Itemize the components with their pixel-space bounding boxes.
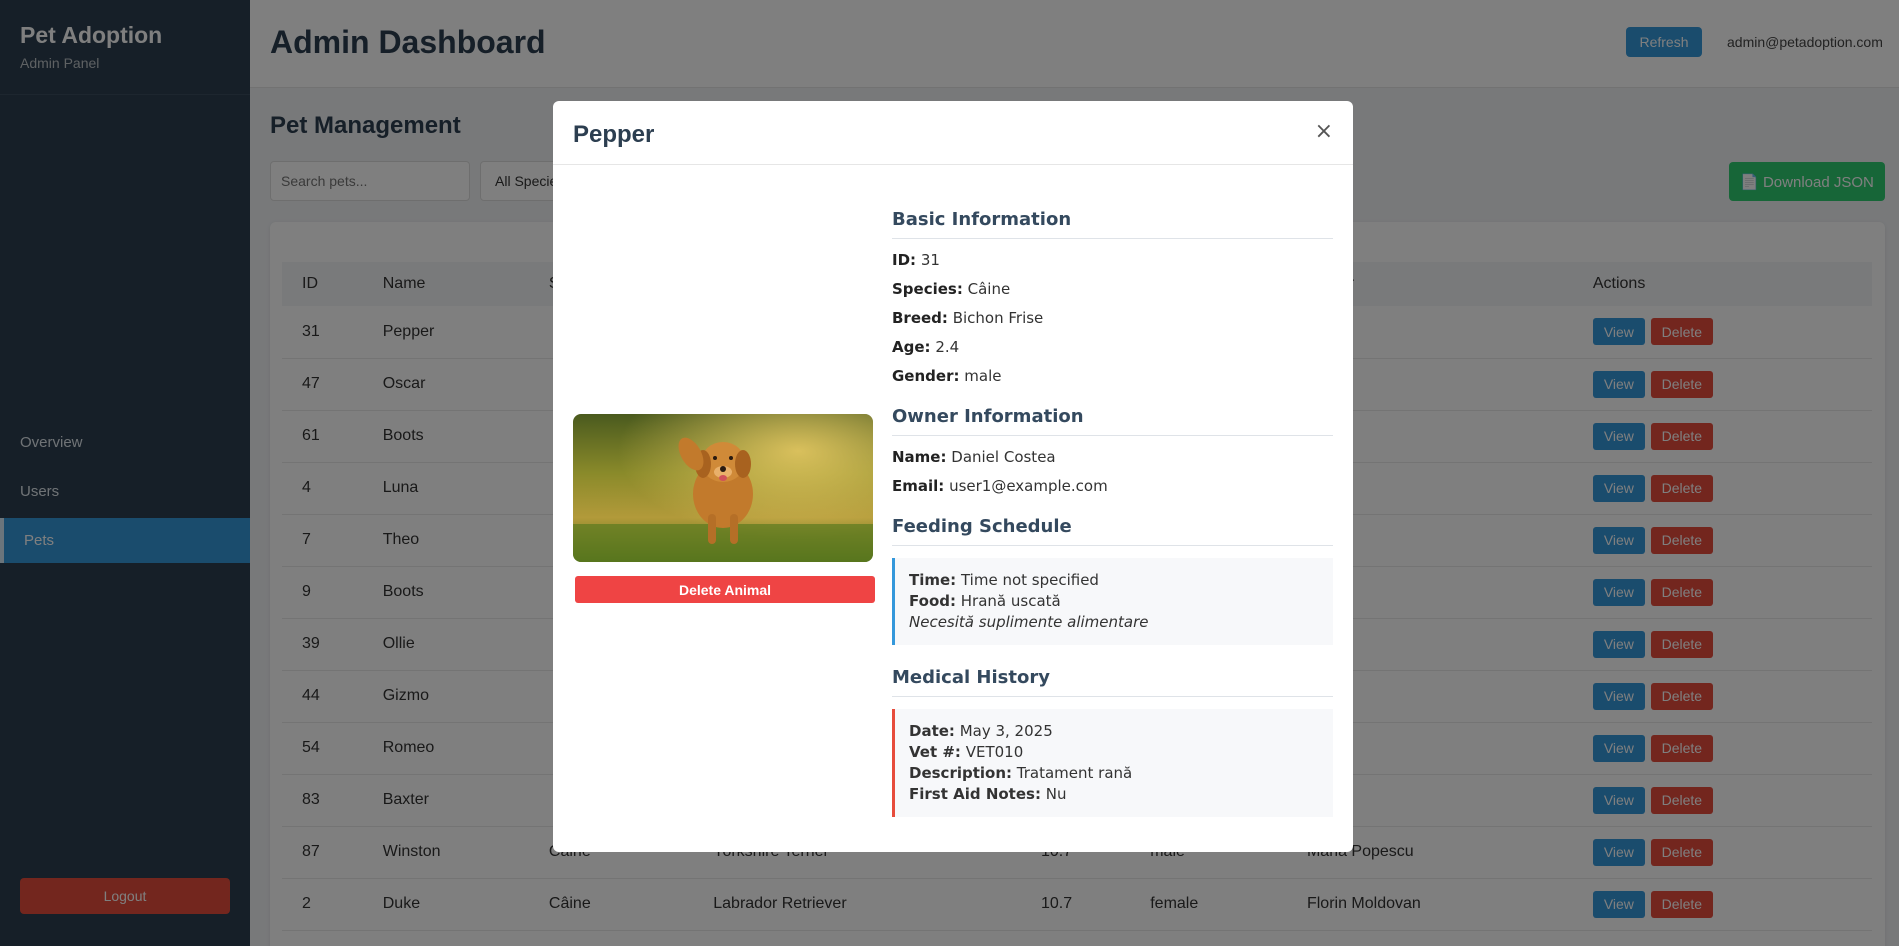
- medical-description: Description: Tratament rană: [909, 764, 1133, 782]
- feeding-food: Food: Hrană uscată: [909, 592, 1061, 610]
- medical-history-box: Date: May 3, 2025 Vet #: VET010 Descript…: [892, 709, 1333, 817]
- feeding-schedule-heading: Feeding Schedule: [892, 516, 1333, 546]
- feeding-schedule-box: Time: Time not specified Food: Hrană usc…: [892, 558, 1333, 645]
- modal-title: Pepper: [573, 121, 655, 148]
- feeding-time: Time: Time not specified: [909, 571, 1099, 589]
- delete-animal-button[interactable]: Delete Animal: [575, 576, 875, 603]
- pet-photo: [573, 414, 873, 562]
- medical-vet: Vet #: VET010: [909, 743, 1024, 761]
- medical-date: Date: May 3, 2025: [909, 722, 1053, 740]
- medical-history-heading: Medical History: [892, 667, 1333, 697]
- close-icon[interactable]: ×: [1315, 119, 1333, 144]
- feeding-notes: Necesită suplimente alimentare: [909, 613, 1149, 631]
- basic-info-heading: Basic Information: [892, 209, 1333, 239]
- detail-id: ID: 31: [892, 251, 940, 269]
- detail-breed: Breed: Bichon Frise: [892, 309, 1044, 327]
- detail-species: Species: Câine: [892, 280, 1011, 298]
- detail-age: Age: 2.4: [892, 338, 960, 356]
- owner-email: Email: user1@example.com: [892, 477, 1108, 495]
- pet-details: Basic Information ID: 31 Species: Câine …: [892, 209, 1333, 839]
- owner-name: Name: Daniel Costea: [892, 448, 1056, 466]
- detail-gender: Gender: male: [892, 367, 1002, 385]
- pet-details-modal: Pepper × Delete Animal Basic Information…: [553, 101, 1353, 852]
- owner-info-heading: Owner Information: [892, 406, 1333, 436]
- medical-first-aid: First Aid Notes: Nu: [909, 785, 1067, 803]
- modal-header: Pepper ×: [553, 101, 1353, 165]
